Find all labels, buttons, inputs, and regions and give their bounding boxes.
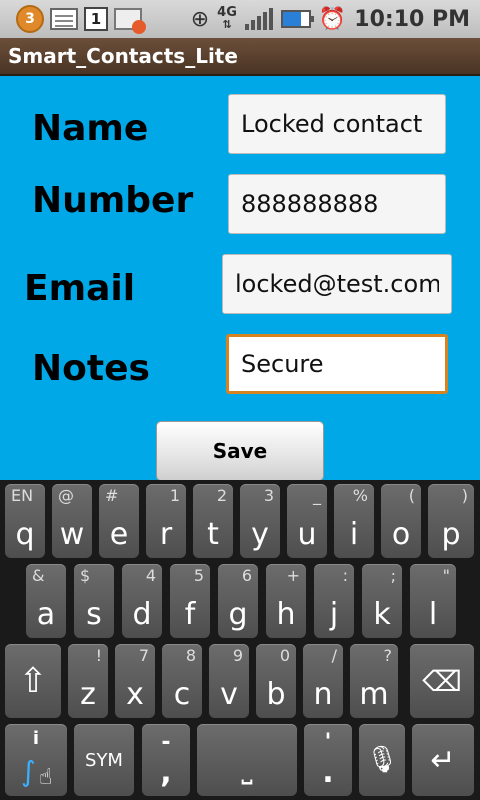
key-v[interactable]: 9v [209,644,249,718]
key-c[interactable]: 8c [162,644,202,718]
hand-pointer-icon: ☝ [39,765,53,790]
key-f[interactable]: 5f [170,564,210,638]
name-label: Name [32,108,149,149]
key-u[interactable]: _ u [287,484,327,558]
app-title-bar: Smart_Contacts_Lite [0,38,480,76]
calendar-icon: 1 [84,7,108,31]
contact-form: Name Number Email Notes Save [0,76,480,481]
email-label: Email [24,268,136,309]
enter-arrow-icon: ↵ [430,742,456,778]
enter-key[interactable]: ↵ [412,724,474,796]
status-time: 10:10 PM [354,6,470,32]
name-input[interactable] [228,94,446,154]
notes-input[interactable] [226,334,448,394]
key-l[interactable]: " l [410,564,456,638]
notes-label: Notes [32,348,150,389]
status-bar: 3 1 ⊕ 4G ⇅ ⏰ 10:10 PM [0,0,480,38]
app-title: Smart_Contacts_Lite [8,44,238,68]
mail-notification-icon [114,8,146,34]
comma-key[interactable]: - , [142,724,190,796]
info-icon: i [32,728,40,749]
voice-input-key[interactable]: 🎙 [359,724,405,796]
key-g[interactable]: 6g [218,564,258,638]
sym-key[interactable]: SYM [74,724,134,796]
period-key[interactable]: ' . [304,724,352,796]
key-n[interactable]: / n [303,644,343,718]
space-bar-icon: ⎵ [241,752,253,785]
notes-notification-icon [50,8,78,30]
network-4g-icon: 4G ⇅ [217,5,237,31]
signal-strength-icon [244,8,273,30]
soft-keyboard: EN q @ w # e 1r 2t 3y _ u % i (o ) p & a $ s 4d … [0,480,480,800]
space-key[interactable]: ⎵ [197,724,297,796]
shift-arrow-icon: ⇧ [18,661,48,701]
battery-icon [280,10,314,28]
key-d[interactable]: 4d [122,564,162,638]
key-t[interactable]: 2t [193,484,233,558]
number-input[interactable] [228,174,446,234]
key-e[interactable]: # e [99,484,139,558]
key-h[interactable]: + h [266,564,306,638]
key-a[interactable]: & a [26,564,66,638]
key-w[interactable]: @ w [52,484,92,558]
key-m[interactable]: ? m [350,644,398,718]
key-i[interactable]: % i [334,484,374,558]
notification-badge-icon: 3 [16,5,44,33]
alarm-clock-icon: ⏰ [318,6,347,32]
microphone-icon: 🎙 [365,745,399,775]
key-b[interactable]: 0b [256,644,296,718]
swype-info-key[interactable]: i ∫ ☝ [5,724,67,796]
key-x[interactable]: 7x [115,644,155,718]
key-q[interactable]: EN q [5,484,45,558]
key-z[interactable]: ! z [68,644,108,718]
backspace-key[interactable]: ⌫ [410,644,474,718]
key-j[interactable]: :j [314,564,354,638]
gps-icon: ⊕ [190,6,210,32]
backspace-icon: ⌫ [422,664,462,698]
key-p[interactable]: ) p [428,484,474,558]
key-y[interactable]: 3y [240,484,280,558]
key-k[interactable]: ; k [362,564,402,638]
save-button[interactable]: Save [156,421,324,481]
swype-logo-icon: ∫ [21,755,36,788]
email-input[interactable] [222,254,452,314]
key-s[interactable]: $ s [74,564,114,638]
key-r[interactable]: 1r [146,484,186,558]
number-label: Number [32,180,194,221]
shift-key[interactable]: ⇧ [5,644,61,718]
key-o[interactable]: (o [381,484,421,558]
